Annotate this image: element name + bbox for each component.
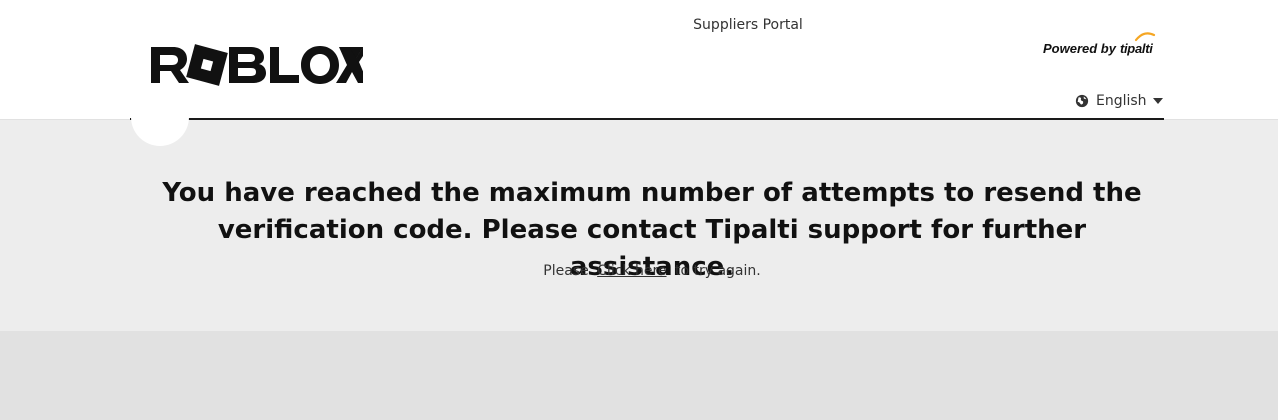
powered-by-label: Powered by <box>1043 40 1116 56</box>
retry-link[interactable]: Click here <box>597 263 666 279</box>
retry-instruction: Please Click here to try again. <box>339 263 965 279</box>
page-header: Suppliers Portal Powered by tipalti Engl… <box>0 0 1278 119</box>
globe-icon <box>1075 94 1089 108</box>
retry-suffix: to try again. <box>674 263 761 279</box>
caret-down-icon <box>1152 98 1163 104</box>
portal-title: Suppliers Portal <box>693 17 803 33</box>
tipalti-logo-text: tipalti <box>1119 40 1153 56</box>
powered-by-tipalti: Powered by tipalti <box>1043 32 1155 59</box>
decorative-circle <box>131 88 189 146</box>
language-label: English <box>1096 93 1147 109</box>
roblox-logo <box>151 44 363 86</box>
language-selector[interactable]: English <box>1075 93 1163 109</box>
retry-prefix: Please <box>543 263 589 279</box>
tipalti-swoosh-icon <box>1134 32 1155 42</box>
